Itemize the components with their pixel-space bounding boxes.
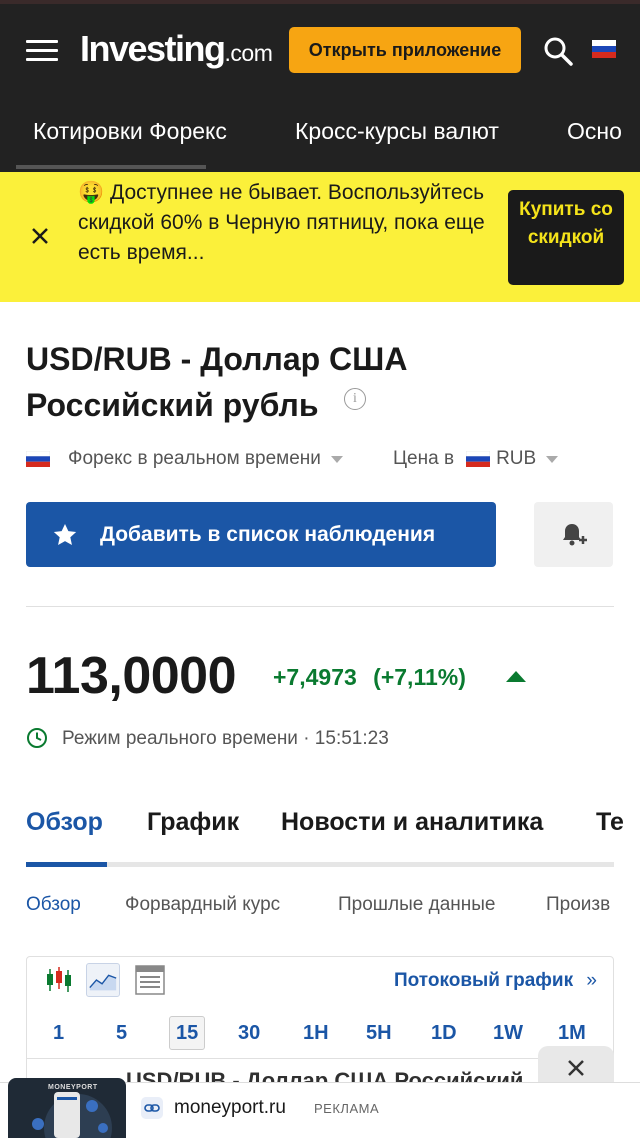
price-in-label: Цена в	[393, 448, 455, 469]
money-face-emoji: 🤑	[78, 181, 105, 204]
bell-plus-icon	[562, 523, 587, 545]
arrow-up-icon	[506, 671, 526, 682]
info-icon[interactable]: i	[344, 388, 366, 410]
nav-tab-more[interactable]: Осно	[567, 118, 622, 145]
streaming-chart-link[interactable]: Потоковый график »	[394, 970, 597, 992]
russia-flag-icon[interactable]	[592, 40, 616, 58]
main-tabs-track	[26, 862, 614, 867]
main-tab-active-indicator	[26, 862, 107, 867]
promo-message: Доступнее не бывает. Воспользуйтесь скид…	[78, 181, 485, 264]
timeframe-1m[interactable]: 1M	[558, 1022, 586, 1045]
timeframe-selector: 1 5 15 30 1H 5H 1D 1W 1M	[26, 1014, 614, 1054]
market-selector[interactable]: Форекс в реальном времени	[26, 448, 343, 470]
double-chevron-right-icon: »	[586, 970, 597, 991]
market-label: Форекс в реальном времени	[68, 448, 321, 469]
timeframe-15[interactable]: 15	[169, 1016, 206, 1050]
logo-main: Investing	[80, 28, 226, 69]
tab-technical[interactable]: Те	[596, 808, 624, 837]
nav-tab-forex-quotes[interactable]: Котировки Форекс	[33, 118, 227, 145]
menu-icon[interactable]	[26, 40, 58, 62]
watchlist-label: Добавить в список наблюдения	[100, 522, 436, 546]
logo-domain: .com	[224, 40, 273, 66]
timeframe-1w[interactable]: 1W	[493, 1022, 523, 1045]
promo-banner: 🤑 Доступнее не бывает. Воспользуйтесь ск…	[0, 172, 640, 302]
chart-divider	[26, 1058, 614, 1059]
currency-selector[interactable]: Цена в RUB	[393, 448, 559, 470]
site-header: Investing.com Открыть приложение Котиров…	[0, 0, 640, 172]
change-percent: (+7,11%)	[373, 664, 466, 690]
tab-chart[interactable]: График	[147, 808, 239, 837]
table-view-icon[interactable]	[133, 963, 167, 997]
area-chart-icon[interactable]	[86, 963, 120, 997]
timeframe-5[interactable]: 5	[116, 1022, 127, 1045]
timeframe-5h[interactable]: 5H	[366, 1022, 392, 1045]
timeframe-1[interactable]: 1	[53, 1022, 64, 1045]
nav-tab-active-indicator	[16, 165, 206, 169]
nav-tab-cross-rates[interactable]: Кросс-курсы валют	[295, 118, 499, 145]
clock-icon	[27, 728, 47, 748]
site-logo[interactable]: Investing.com	[80, 28, 273, 70]
price-change: +7,4973 (+7,11%)	[273, 664, 466, 691]
chevron-down-icon	[546, 455, 559, 463]
tab-overview[interactable]: Обзор	[26, 808, 103, 837]
buy-discount-button[interactable]: Купить со скидкой	[508, 190, 624, 285]
streaming-chart-label: Потоковый график	[394, 970, 574, 991]
subtab-overview[interactable]: Обзор	[26, 894, 81, 916]
russia-flag-icon	[466, 451, 491, 467]
promo-text: 🤑 Доступнее не бывает. Воспользуйтесь ск…	[78, 178, 488, 268]
ad-thumb-brand: MONEYPORT	[48, 1084, 98, 1091]
header-top-line	[0, 0, 640, 4]
open-app-button[interactable]: Открыть приложение	[289, 27, 521, 73]
ad-thumbnail[interactable]: MONEYPORT	[8, 1078, 126, 1138]
candlestick-chart-icon[interactable]	[42, 963, 76, 997]
subtab-historical-data[interactable]: Прошлые данные	[338, 894, 495, 916]
realtime-status: Режим реального времени · 15:51:23	[62, 728, 389, 749]
instrument-title: USD/RUB - Доллар США Российский рубль	[26, 341, 408, 423]
star-icon	[53, 523, 77, 545]
tab-news-analysis[interactable]: Новости и аналитика	[281, 808, 543, 837]
timeframe-1h[interactable]: 1H	[303, 1022, 329, 1045]
ad-domain[interactable]: moneyport.ru	[174, 1097, 286, 1119]
subtab-forward-rates[interactable]: Форвардный курс	[125, 894, 280, 916]
nav-tabs: Котировки Форекс Кросс-курсы валют Осно	[0, 100, 640, 172]
russia-flag-icon	[26, 451, 50, 467]
currency-code: RUB	[496, 448, 537, 469]
last-price: 113,0000	[26, 647, 237, 705]
sub-tabs: Обзор Форвардный курс Прошлые данные Про…	[0, 890, 640, 920]
close-icon	[568, 1060, 584, 1076]
search-icon[interactable]	[543, 36, 573, 66]
main-tabs: Обзор График Новости и аналитика Те	[0, 800, 640, 860]
subtab-derivatives[interactable]: Произв	[546, 894, 610, 916]
timeframe-1d[interactable]: 1D	[431, 1022, 457, 1045]
section-divider	[26, 606, 614, 607]
chevron-down-icon	[330, 455, 343, 463]
add-alert-button[interactable]	[534, 502, 613, 567]
change-value: +7,4973	[273, 664, 357, 690]
link-icon	[141, 1097, 163, 1119]
add-to-watchlist-button[interactable]: Добавить в список наблюдения	[26, 502, 496, 567]
ad-label: РЕКЛАМА	[314, 1101, 380, 1116]
close-icon[interactable]	[30, 226, 50, 246]
timeframe-30[interactable]: 30	[238, 1022, 260, 1045]
